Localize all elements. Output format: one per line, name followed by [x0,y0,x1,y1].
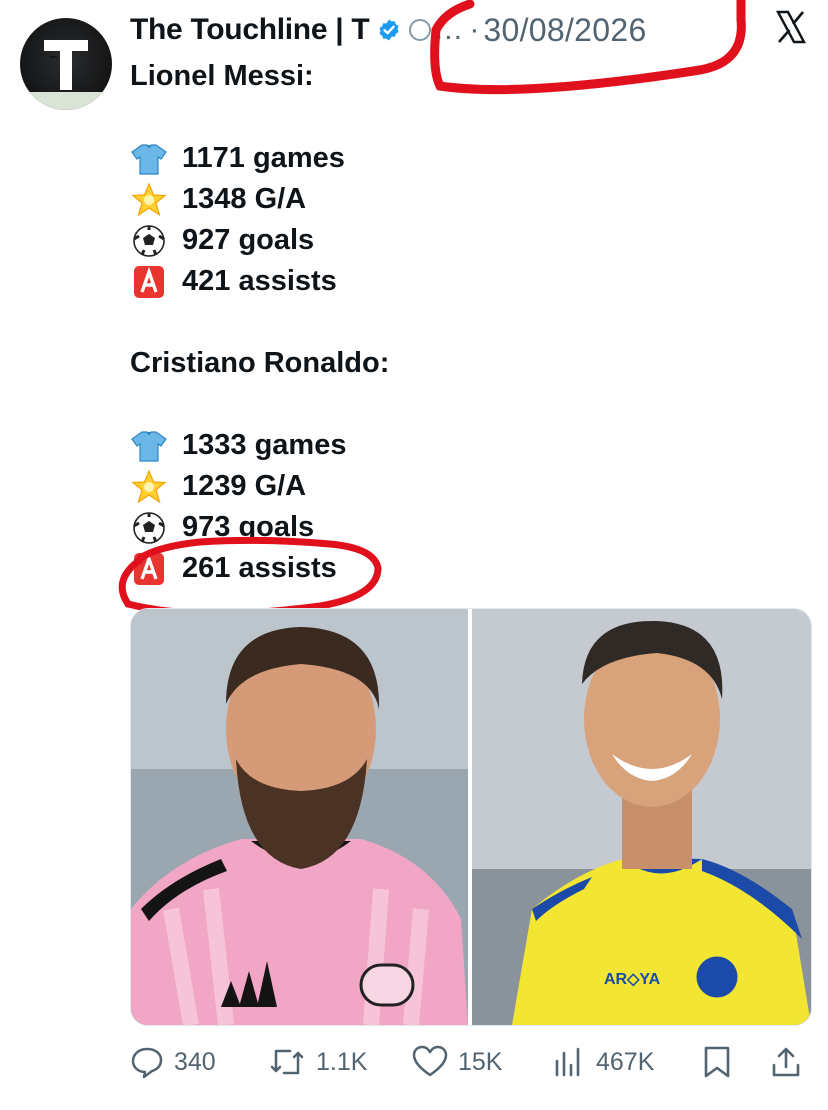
jersey-emoji-icon [130,142,168,176]
reply-icon [131,1047,163,1079]
sponsor-text: AR◇YA [604,971,661,988]
stat-line: 1171 games [130,138,389,179]
reply-count: 340 [174,1047,216,1076]
like-count: 15K [458,1047,503,1076]
profile-avatar[interactable] [20,18,112,110]
share-button[interactable] [770,1040,812,1084]
stat-line: 421 assists [130,261,389,302]
tweet-media[interactable]: AR◇YA [130,608,812,1026]
repost-icon [270,1049,304,1075]
soccer-ball-emoji-icon [130,511,168,545]
truncation-ellipsis: … [433,13,464,46]
stat-line: 1239 G/A [130,466,346,507]
views-button[interactable]: 467K [552,1040,654,1084]
a-button-emoji-icon [130,552,168,586]
tweet-text: Lionel Messi: [130,56,314,138]
heart-icon [412,1045,448,1077]
stat-line: 1348 G/A [130,179,389,220]
author-name[interactable]: The Touchline | T [130,13,370,47]
star-emoji-icon [130,181,168,217]
views-count: 467K [596,1047,655,1076]
text-line: Lionel Messi: [130,60,314,92]
tweet-actions: 340 1.1K 15K 467K [130,1040,810,1084]
like-button[interactable]: 15K [412,1040,502,1084]
stat-line: 261 assists [130,548,346,589]
text-line [130,97,314,138]
a-button-emoji-icon [130,265,168,299]
repost-button[interactable]: 1.1K [268,1040,367,1084]
ronaldo-stats: 1333 games 1239 G/A 973 goals 261 assist… [130,425,346,589]
share-upload-icon [772,1047,800,1077]
messi-photo[interactable] [131,609,468,1025]
ronaldo-photo[interactable]: AR◇YA [472,609,811,1025]
views-bar-chart-icon [555,1047,580,1077]
bookmark-button[interactable] [702,1040,742,1084]
stat-line: 927 goals [130,220,389,261]
messi-stats: 1171 games 1348 G/A 927 goals 421 assist… [130,138,389,425]
jersey-emoji-icon [130,429,168,463]
repost-count: 1.1K [316,1047,368,1076]
touchline-logo-icon [44,40,88,90]
stat-line: 1333 games [130,425,346,466]
stat-line: 973 goals [130,507,346,548]
text-line [130,384,389,425]
reply-button[interactable]: 340 [130,1040,216,1084]
header-separator: · [469,13,480,46]
bookmark-icon [704,1046,730,1078]
tweet-header: The Touchline | T … · 30/08/2026 [130,10,647,50]
tweet-date[interactable]: 30/08/2026 [483,12,646,49]
text-line [130,302,389,343]
handle-at-icon [409,19,432,41]
x-logo-icon[interactable] [776,10,806,44]
soccer-ball-emoji-icon [130,224,168,258]
verified-badge-icon [379,19,400,41]
text-line: Cristiano Ronaldo: [130,347,390,379]
star-emoji-icon [130,468,168,504]
